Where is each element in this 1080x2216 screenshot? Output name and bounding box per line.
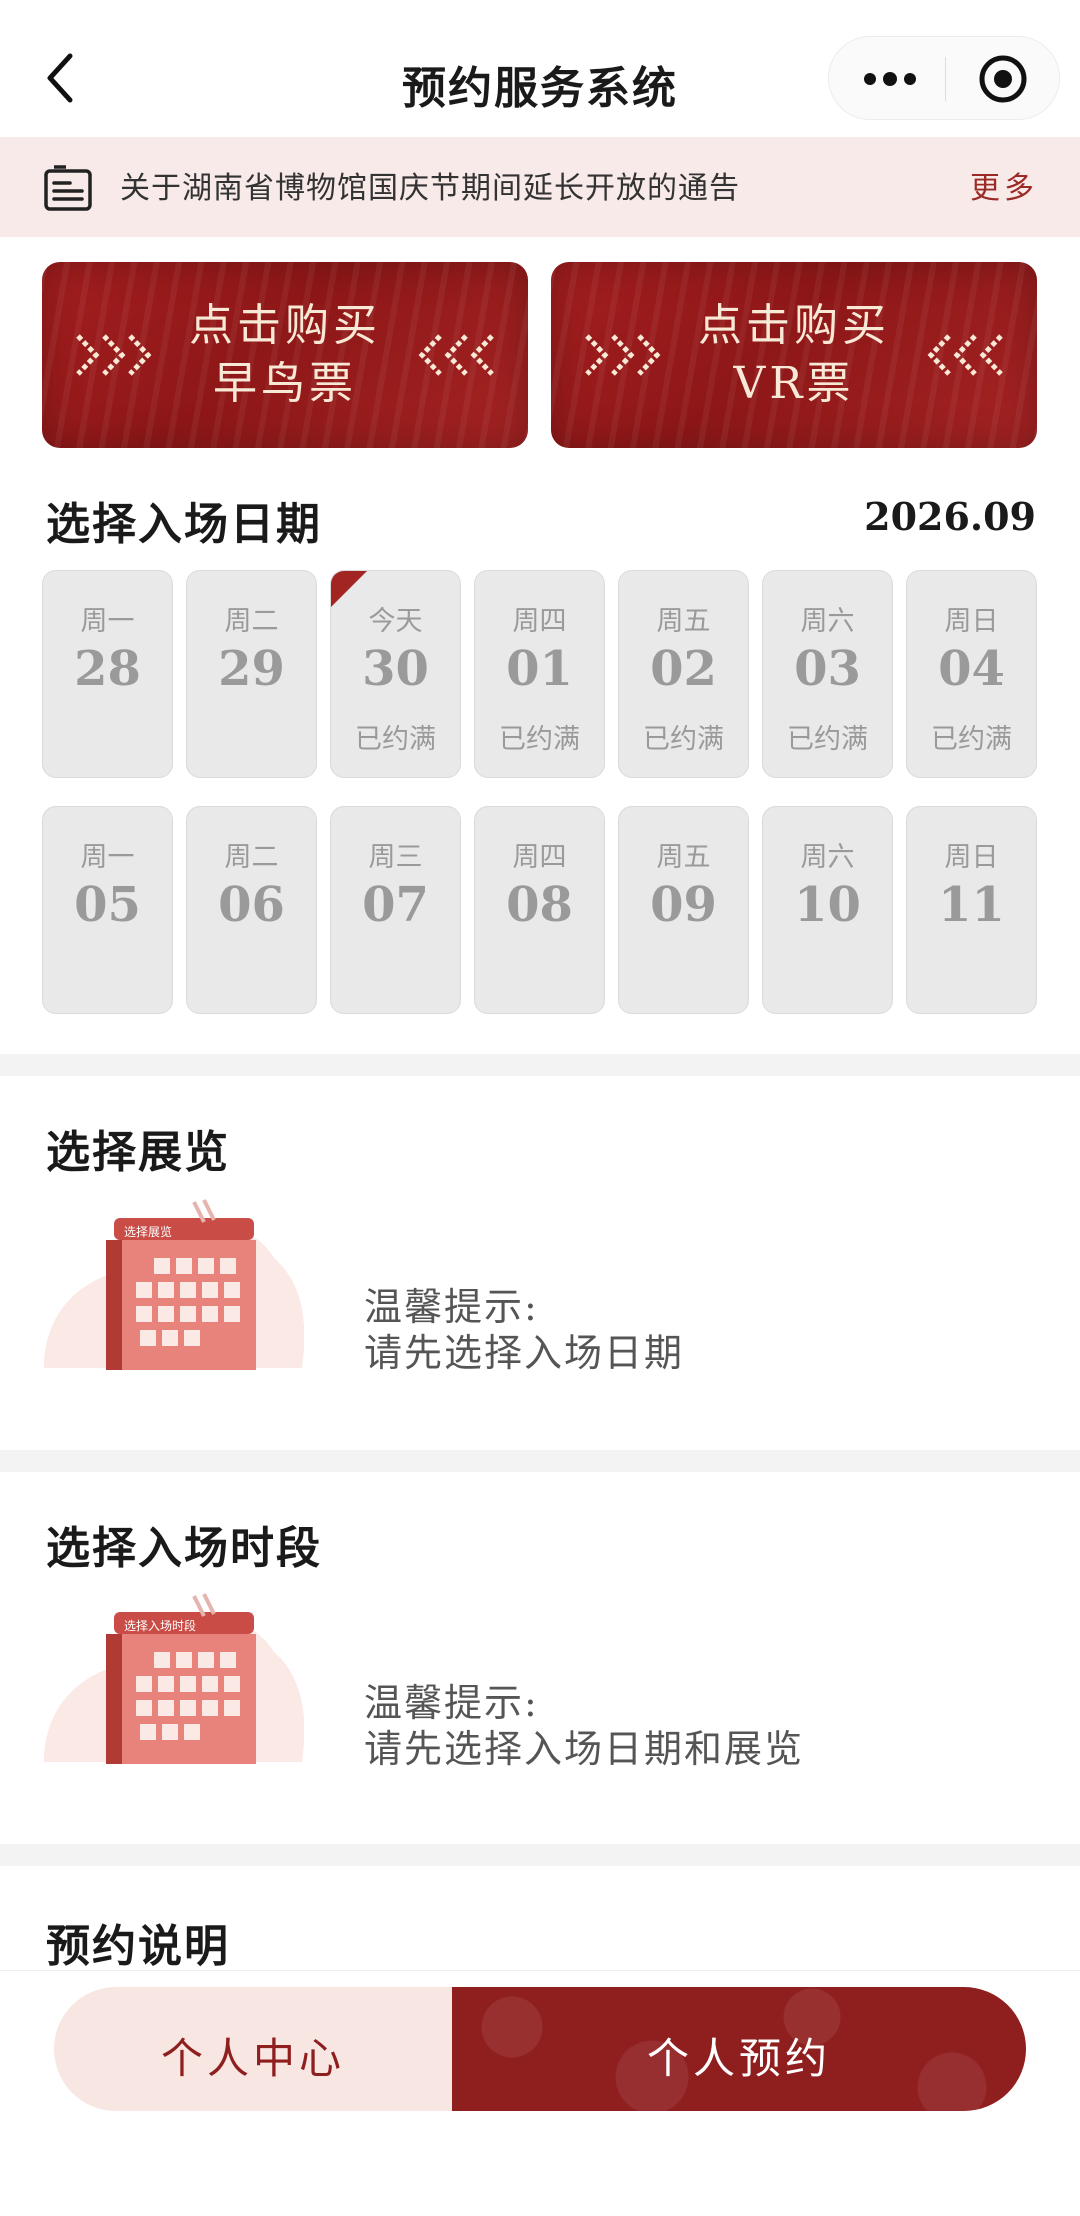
- date-weekday: 周三: [368, 842, 423, 873]
- date-card[interactable]: 周一 05: [42, 806, 173, 1014]
- calendar-illustration-icon: 选择展览: [44, 1199, 304, 1370]
- date-number: 01: [506, 641, 573, 697]
- tip-title: 温馨提示:: [364, 1681, 539, 1725]
- date-weekday: 周六: [800, 606, 855, 637]
- date-number: 10: [794, 877, 861, 933]
- section-divider: [0, 1844, 1080, 1866]
- early-bird-ticket-banner[interactable]: 点击购买 早鸟票: [42, 262, 528, 448]
- date-weekday: 周六: [800, 842, 855, 873]
- notice-text: 关于湖南省博物馆国庆节期间延长开放的通告: [120, 171, 740, 206]
- date-weekday: 周五: [656, 842, 711, 873]
- date-card[interactable]: 周六 03 已约满: [762, 570, 893, 778]
- date-card[interactable]: 周五 02 已约满: [618, 570, 749, 778]
- date-number: 04: [938, 641, 1005, 697]
- section-divider: [0, 1450, 1080, 1472]
- date-number: 03: [794, 641, 861, 697]
- date-card[interactable]: 周日 04 已约满: [906, 570, 1037, 778]
- date-weekday: 周一: [80, 606, 135, 637]
- date-card[interactable]: 周六 10: [762, 806, 893, 1014]
- close-miniprogram-icon[interactable]: [977, 53, 1029, 105]
- date-weekday: 周四: [512, 606, 567, 637]
- date-card[interactable]: 周五 09: [618, 806, 749, 1014]
- date-weekday: 今天: [368, 606, 423, 637]
- date-section-title: 选择入场日期: [46, 499, 322, 550]
- date-card[interactable]: 周二 06: [186, 806, 317, 1014]
- date-card[interactable]: 周四 01 已约满: [474, 570, 605, 778]
- date-status: 已约满: [643, 724, 724, 755]
- date-status: 已约满: [931, 724, 1012, 755]
- date-number: 09: [650, 877, 717, 933]
- exhibition-tip: 温馨提示: 请先选择入场日期: [364, 1284, 684, 1376]
- notice-more-link[interactable]: 更多: [970, 163, 1038, 207]
- date-card[interactable]: 今天 30 已约满: [330, 570, 461, 778]
- date-card[interactable]: 周三 07: [330, 806, 461, 1014]
- vr-ticket-banner[interactable]: 点击购买 VR票: [551, 262, 1037, 448]
- personal-center-tab[interactable]: 个人中心: [54, 1987, 452, 2111]
- date-weekday: 周日: [944, 606, 999, 637]
- date-card[interactable]: 周一 28: [42, 570, 173, 778]
- date-weekday: 周四: [512, 842, 567, 873]
- date-weekday: 周二: [224, 606, 279, 637]
- date-number: 11: [938, 877, 1005, 933]
- tip-body: 请先选择入场日期和展览: [364, 1727, 805, 1771]
- notice-bar[interactable]: 关于湖南省博物馆国庆节期间延长开放的通告 更多: [0, 137, 1080, 237]
- date-status: 已约满: [355, 724, 436, 755]
- illustration-label: 选择展览: [124, 1224, 172, 1239]
- date-number: 06: [218, 877, 285, 933]
- date-weekday: 周一: [80, 842, 135, 873]
- date-card[interactable]: 周日 11: [906, 806, 1037, 1014]
- date-number: 07: [362, 877, 429, 933]
- bottom-nav-bar: 个人中心 个人预约: [0, 1970, 1080, 2216]
- timeslot-section-title: 选择入场时段: [46, 1523, 322, 1574]
- date-number: 30: [362, 641, 429, 697]
- date-status: 已约满: [499, 724, 580, 755]
- nav-label: 个人中心: [160, 2034, 345, 2083]
- personal-booking-tab[interactable]: 个人预约: [452, 1987, 1026, 2111]
- miniprogram-capsule: [828, 36, 1060, 120]
- date-number: 29: [218, 641, 285, 697]
- date-number: 08: [506, 877, 573, 933]
- date-card[interactable]: 周二 29: [186, 570, 317, 778]
- illustration-label: 选择入场时段: [124, 1618, 196, 1633]
- date-number: 28: [74, 641, 141, 697]
- date-status: 已约满: [787, 724, 868, 755]
- arrows-left-icon: [927, 334, 1003, 376]
- tip-title: 温馨提示:: [364, 1285, 539, 1329]
- tip-body: 请先选择入场日期: [364, 1331, 685, 1375]
- date-card[interactable]: 周四 08: [474, 806, 605, 1014]
- timeslot-tip: 温馨提示: 请先选择入场日期和展览: [364, 1680, 804, 1772]
- arrows-left-icon: [418, 334, 494, 376]
- date-weekday: 周二: [224, 842, 279, 873]
- more-options-icon[interactable]: [863, 65, 917, 93]
- date-weekday: 周五: [656, 606, 711, 637]
- notice-icon: [44, 165, 92, 211]
- exhibition-section-title: 选择展览: [46, 1127, 230, 1178]
- header-bar: 预约服务系统: [0, 0, 1080, 137]
- section-divider: [0, 1054, 1080, 1076]
- capsule-divider: [945, 57, 946, 101]
- calendar-illustration-icon: 选择入场时段: [44, 1593, 304, 1764]
- nav-label: 个人预约: [646, 2034, 831, 2083]
- date-weekday: 周日: [944, 842, 999, 873]
- instructions-section-title: 预约说明: [46, 1921, 230, 1972]
- month-label: 2026.09: [864, 494, 1036, 539]
- date-number: 02: [650, 641, 717, 697]
- bottom-nav-pill: 个人中心 个人预约: [54, 1987, 1026, 2111]
- date-number: 05: [74, 877, 141, 933]
